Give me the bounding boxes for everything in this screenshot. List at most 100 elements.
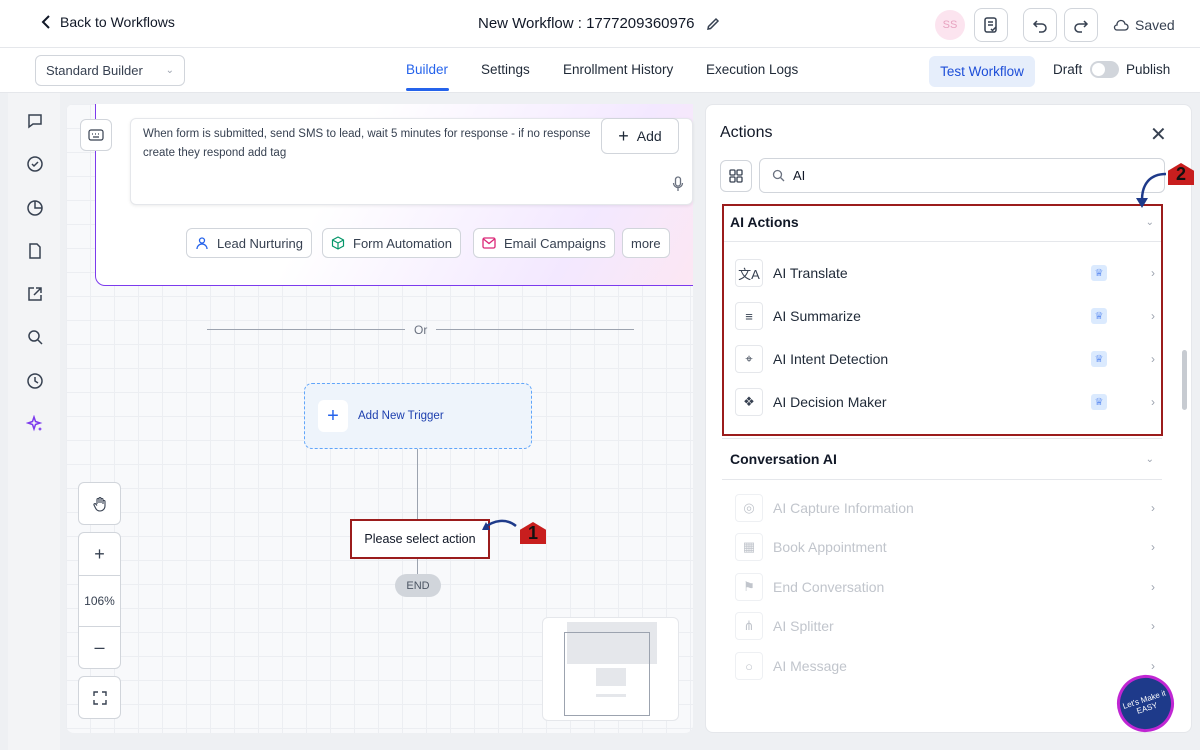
tab-execution-logs[interactable]: Execution Logs <box>706 62 798 77</box>
saved-label: Saved <box>1135 17 1175 33</box>
redo-button[interactable] <box>1064 8 1098 42</box>
divider <box>722 438 1162 439</box>
pan-hand-button[interactable] <box>78 482 121 525</box>
publish-label: Publish <box>1126 62 1171 77</box>
document-check-icon <box>984 17 997 33</box>
chevron-right-icon: › <box>1151 580 1155 594</box>
hand-icon <box>92 496 106 512</box>
test-workflow-button[interactable]: Test Workflow <box>929 56 1035 87</box>
message-icon: ○ <box>735 652 763 680</box>
cloud-icon <box>1113 19 1129 31</box>
target-icon: ◎ <box>735 494 763 522</box>
action-label: AI Splitter <box>773 618 834 634</box>
action-item-ai-capture-information[interactable]: ◎ AI Capture Information › <box>735 492 1155 524</box>
action-item-book-appointment[interactable]: ▦ Book Appointment › <box>735 531 1155 563</box>
action-label: AI Message <box>773 658 847 674</box>
saved-status: Saved <box>1113 17 1175 33</box>
chip-label: Email Campaigns <box>504 235 606 251</box>
undo-icon <box>1032 20 1047 33</box>
add-prompt-button[interactable]: + Add <box>601 118 679 154</box>
divider <box>207 329 405 330</box>
chevron-down-icon[interactable]: ⌄ <box>1146 454 1154 465</box>
redo-icon <box>1074 20 1089 33</box>
chat-icon[interactable] <box>24 110 46 132</box>
history-icon[interactable] <box>24 370 46 392</box>
mail-icon <box>482 237 496 249</box>
pencil-icon[interactable] <box>705 16 721 32</box>
workflow-title-text: New Workflow : 1777209360976 <box>478 15 695 32</box>
chevron-down-icon: ⌄ <box>165 65 174 76</box>
checklist-button[interactable] <box>974 8 1008 42</box>
divider <box>722 479 1162 480</box>
suggestion-chip-more[interactable]: more <box>622 228 670 258</box>
tab-settings[interactable]: Settings <box>481 62 530 77</box>
prompt-text: When form is submitted, send SMS to lead… <box>143 128 591 159</box>
chevron-left-icon <box>41 15 50 29</box>
logo-text: Let's Make it EASY <box>1121 688 1167 716</box>
connector-line <box>417 449 418 519</box>
connector-line <box>417 559 418 574</box>
chip-label: more <box>631 235 661 251</box>
draft-label: Draft <box>1053 62 1083 77</box>
search-input[interactable] <box>793 168 1133 183</box>
file-icon[interactable] <box>24 240 46 262</box>
panel-scrollbar[interactable] <box>1182 350 1187 410</box>
panel-title: Actions <box>720 124 773 141</box>
calendar-icon: ▦ <box>735 533 763 561</box>
microphone-icon[interactable] <box>672 176 684 197</box>
back-to-workflows-link[interactable]: Back to Workflows <box>40 14 175 30</box>
add-label: Add <box>636 128 662 144</box>
suggestion-chip-lead-nurturing[interactable]: Lead Nurturing <box>186 228 312 258</box>
highlight-box <box>722 204 1163 436</box>
select-action-node[interactable]: Please select action <box>350 519 490 559</box>
avatar[interactable]: SS <box>935 10 965 40</box>
expand-icon <box>92 690 107 705</box>
arrow-icon <box>1136 172 1167 208</box>
action-item-ai-message[interactable]: ○ AI Message › <box>735 650 1155 682</box>
builder-mode-select[interactable]: Standard Builder ⌄ <box>35 55 185 86</box>
close-icon[interactable]: ✕ <box>1150 122 1167 147</box>
cube-icon <box>331 236 345 250</box>
chip-label: Form Automation <box>353 235 452 251</box>
divider <box>436 329 634 330</box>
add-trigger-label: Add New Trigger <box>358 410 444 422</box>
actions-search[interactable] <box>759 158 1165 193</box>
chevron-right-icon: › <box>1151 501 1155 515</box>
section-conversation-ai[interactable]: Conversation AI ⌄ <box>722 442 1162 476</box>
tab-builder[interactable]: Builder <box>406 62 448 77</box>
split-icon: ⋔ <box>735 612 763 640</box>
minimap[interactable] <box>542 617 679 721</box>
arrow-icon <box>482 519 517 530</box>
zoom-out-button[interactable]: – <box>78 626 121 669</box>
fit-to-screen-button[interactable] <box>78 676 121 719</box>
user-icon <box>196 237 208 250</box>
plus-icon: + <box>618 125 629 146</box>
keyboard-icon[interactable] <box>80 119 112 151</box>
workflow-title[interactable]: New Workflow : 1777209360976 <box>478 15 721 32</box>
chip-label: Lead Nurturing <box>217 235 303 251</box>
action-item-end-conversation[interactable]: ⚑ End Conversation › <box>735 571 1155 603</box>
pie-chart-icon[interactable] <box>24 197 46 219</box>
sparkles-icon[interactable] <box>24 413 46 435</box>
action-item-ai-splitter[interactable]: ⋔ AI Splitter › <box>735 610 1155 642</box>
search-icon[interactable] <box>24 326 46 348</box>
plus-icon[interactable]: + <box>318 400 348 432</box>
category-grid-button[interactable] <box>720 160 752 192</box>
flag-icon: ⚑ <box>735 573 763 601</box>
back-label: Back to Workflows <box>60 14 175 30</box>
builder-mode-value: Standard Builder <box>46 63 143 78</box>
chevron-right-icon: › <box>1151 659 1155 673</box>
suggestion-chip-email-campaigns[interactable]: Email Campaigns <box>473 228 615 258</box>
suggestion-chip-form-automation[interactable]: Form Automation <box>322 228 461 258</box>
end-node: END <box>395 574 441 597</box>
tab-enrollment-history[interactable]: Enrollment History <box>563 62 673 77</box>
publish-toggle[interactable] <box>1090 61 1119 78</box>
zoom-in-button[interactable]: + <box>78 532 121 576</box>
chevron-right-icon: › <box>1151 619 1155 633</box>
grid-icon <box>729 169 743 183</box>
external-link-icon[interactable] <box>24 283 46 305</box>
search-icon <box>772 169 785 182</box>
action-label: Book Appointment <box>773 539 887 555</box>
undo-button[interactable] <box>1023 8 1057 42</box>
check-circle-icon[interactable] <box>24 153 46 175</box>
